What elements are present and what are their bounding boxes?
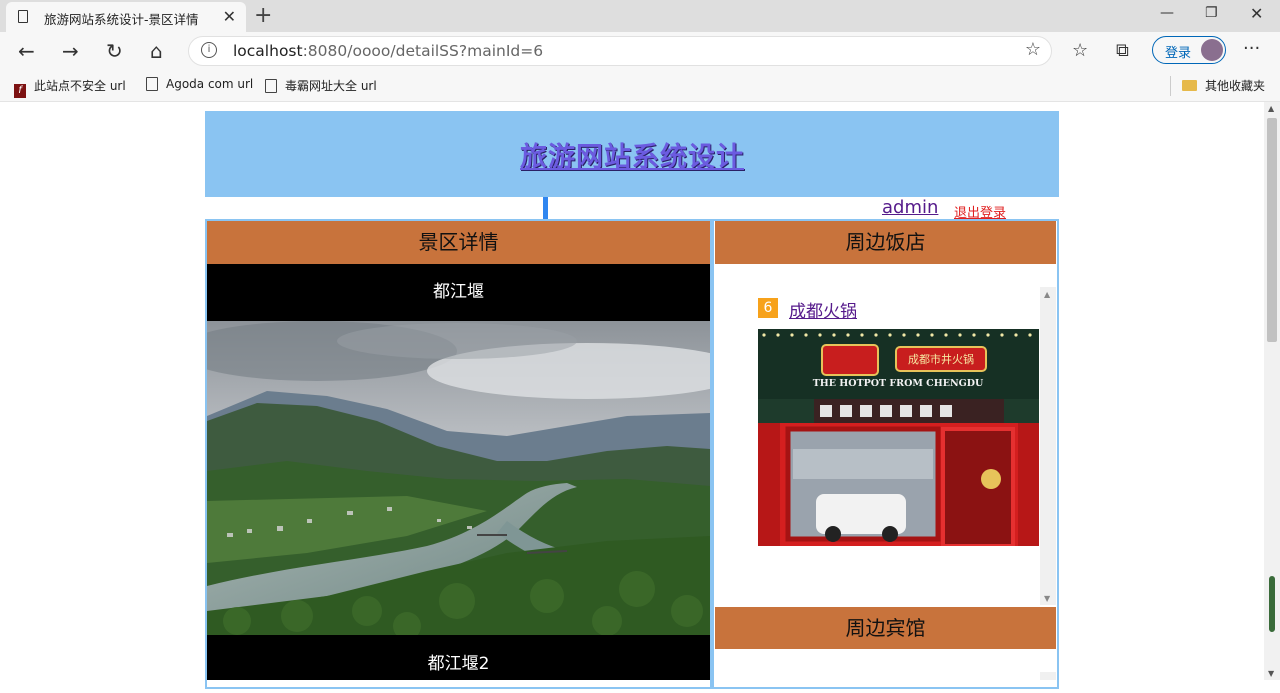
- info-icon[interactable]: i: [201, 42, 217, 58]
- favorites-icon[interactable]: ☆: [1072, 39, 1088, 63]
- bookmark-item[interactable]: Agoda com url: [146, 77, 253, 91]
- section-heading-hotels: 周边宾馆: [715, 607, 1056, 649]
- rank-badge: 6: [758, 298, 778, 318]
- svg-text:THE HOTPOT FROM CHENGDU: THE HOTPOT FROM CHENGDU: [813, 378, 984, 389]
- site-header: 旅游网站系统设计: [205, 111, 1059, 197]
- scroll-down-arrow-icon[interactable]: ▼: [1268, 669, 1274, 678]
- scenic-spot-name: 都江堰: [207, 264, 710, 321]
- folder-icon: [1182, 80, 1197, 91]
- login-button[interactable]: 登录: [1152, 36, 1226, 64]
- forward-icon[interactable]: →: [62, 39, 79, 63]
- scenic-photo: [207, 321, 710, 635]
- restaurant-link[interactable]: 成都火锅: [789, 297, 857, 322]
- minimize-icon[interactable]: —: [1160, 5, 1174, 21]
- column-divider: [710, 219, 714, 689]
- tab-strip: 旅游网站系统设计-景区详情 ✕ + — ❐ ✕: [0, 0, 1280, 32]
- navigation-bar: ← → ↻ ⌂ i localhost:8080/oooo/detailSS?m…: [0, 32, 1280, 70]
- collections-icon[interactable]: ⧉: [1116, 39, 1129, 63]
- page-icon: [18, 10, 28, 23]
- bookmark-item[interactable]: f 此站点不安全 url: [14, 77, 126, 98]
- active-tab[interactable]: 旅游网站系统设计-景区详情 ✕: [6, 2, 246, 32]
- favorite-star-icon[interactable]: ☆: [1025, 39, 1041, 60]
- restore-icon[interactable]: ❐: [1205, 5, 1218, 21]
- header-accent-bar: [543, 197, 548, 219]
- scroll-up-arrow-icon[interactable]: ▲: [1044, 290, 1050, 299]
- site-title[interactable]: 旅游网站系统设计: [205, 135, 1059, 174]
- scroll-up-arrow-icon[interactable]: ▲: [1268, 104, 1274, 113]
- page-icon: [265, 79, 277, 93]
- page-scrollbar[interactable]: ▲ ▼: [1264, 102, 1280, 680]
- more-menu-icon[interactable]: ···: [1243, 38, 1260, 59]
- restaurant-photo[interactable]: 成都市井火锅 THE HOTPOT FROM CHENGDU: [758, 329, 1039, 546]
- close-tab-icon[interactable]: ✕: [223, 7, 236, 26]
- window-close-icon[interactable]: ✕: [1250, 4, 1263, 23]
- scrollbar-thumb[interactable]: [1267, 118, 1277, 342]
- address-bar[interactable]: i localhost:8080/oooo/detailSS?mainId=6 …: [188, 36, 1052, 66]
- tab-title: 旅游网站系统设计-景区详情: [44, 12, 199, 27]
- page-icon: [146, 77, 158, 91]
- flash-icon: f: [14, 84, 26, 98]
- hotel-list-scrollbar[interactable]: [1040, 672, 1056, 680]
- restaurant-list-scrollbar[interactable]: ▲ ▼: [1040, 287, 1056, 605]
- bookmark-item[interactable]: 毒霸网址大全 url: [265, 77, 377, 94]
- new-tab-icon[interactable]: +: [254, 3, 272, 28]
- bookmarks-bar: f 此站点不安全 url Agoda com url 毒霸网址大全 url 其他收…: [0, 70, 1280, 102]
- username-link[interactable]: admin: [882, 197, 938, 218]
- svg-text:成都市井火锅: 成都市井火锅: [908, 352, 974, 366]
- back-icon[interactable]: ←: [18, 39, 35, 63]
- avatar: [1201, 39, 1223, 61]
- section-heading-restaurants: 周边饭店: [715, 221, 1056, 264]
- scenic-spot-name-2: 都江堰2: [207, 635, 710, 680]
- other-bookmarks[interactable]: 其他收藏夹: [1182, 77, 1265, 94]
- divider: [1170, 76, 1171, 96]
- refresh-icon[interactable]: ↻: [106, 39, 123, 63]
- scroll-down-arrow-icon[interactable]: ▼: [1044, 594, 1050, 603]
- scroll-position-marker: [1269, 576, 1275, 632]
- url-text[interactable]: localhost:8080/oooo/detailSS?mainId=6: [233, 42, 543, 60]
- section-heading-detail: 景区详情: [207, 221, 710, 264]
- home-icon[interactable]: ⌂: [150, 39, 163, 63]
